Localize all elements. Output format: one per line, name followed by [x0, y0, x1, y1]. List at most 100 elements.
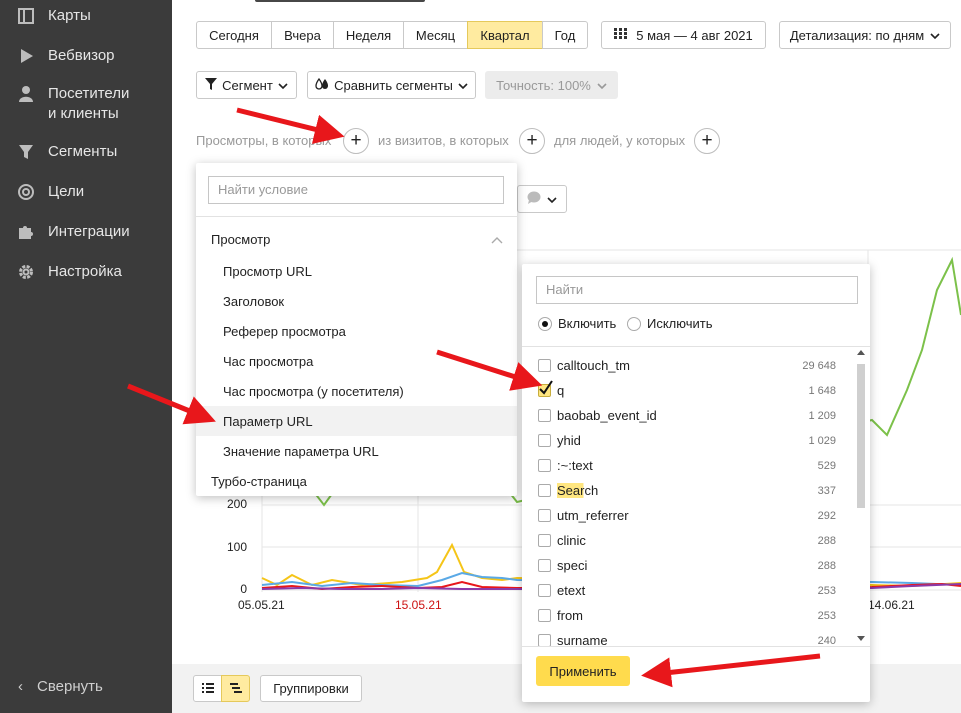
- checkbox[interactable]: [538, 509, 551, 522]
- sidebar-item-webvisor[interactable]: Вебвизор: [16, 46, 115, 66]
- param-name: clinic: [557, 533, 586, 548]
- param-count: 292: [817, 509, 836, 522]
- sidebar-item-label: Вебвизор: [48, 47, 115, 64]
- condition-item[interactable]: Час просмотра: [196, 346, 517, 376]
- sidebar-item-label: Настройка: [48, 263, 122, 280]
- people-hint: для людей, у которых: [554, 133, 686, 148]
- checkbox-checked[interactable]: [538, 380, 553, 397]
- divider: [196, 216, 517, 217]
- checkbox[interactable]: [538, 559, 551, 572]
- detail-select[interactable]: Детализация: по дням: [779, 21, 951, 49]
- page-title-cropped: [255, 0, 425, 2]
- tree-view-button[interactable]: [221, 675, 250, 702]
- condition-item[interactable]: Просмотр URL: [196, 256, 517, 286]
- views-hint: Просмотры, в которых: [196, 133, 332, 148]
- sidebar-item-segments[interactable]: Сегменты: [16, 142, 117, 162]
- param-row[interactable]: from 253: [538, 603, 836, 628]
- include-radio[interactable]: Включить: [538, 316, 616, 331]
- param-row[interactable]: speci 288: [538, 553, 836, 578]
- sidebar-item-maps[interactable]: Карты: [16, 6, 91, 26]
- accuracy-label: Точность: 100%: [496, 77, 591, 93]
- param-row[interactable]: etext 253: [538, 578, 836, 603]
- checkbox[interactable]: [538, 609, 551, 622]
- param-count: 253: [817, 609, 836, 622]
- param-name: calltouch_tm: [557, 358, 630, 373]
- condition-item[interactable]: Значение параметра URL: [196, 436, 517, 466]
- period-year-button[interactable]: Год: [542, 21, 588, 49]
- period-today-button[interactable]: Сегодня: [196, 21, 272, 49]
- param-count: 288: [817, 559, 836, 572]
- apply-button[interactable]: Применить: [536, 656, 630, 686]
- condition-item[interactable]: Реферер просмотра: [196, 316, 517, 346]
- x-tick-holiday: 15.05.21: [395, 598, 442, 612]
- scrollbar-thumb[interactable]: [857, 364, 865, 508]
- add-visit-condition-button[interactable]: +: [519, 128, 545, 154]
- checkbox[interactable]: [538, 434, 551, 447]
- collapse-button[interactable]: ‹ Свернуть: [18, 678, 103, 695]
- detail-label: Детализация: по дням: [789, 27, 925, 43]
- checkbox[interactable]: [538, 584, 551, 597]
- map-icon: [16, 6, 36, 26]
- param-row[interactable]: clinic 288: [538, 528, 836, 553]
- radio-icon: [627, 316, 641, 331]
- condition-menu: Найти условие Просмотр Просмотр URL Заго…: [196, 163, 517, 496]
- period-week-button[interactable]: Неделя: [333, 21, 404, 49]
- condition-item[interactable]: Час просмотра (у посетителя): [196, 376, 517, 406]
- add-people-condition-button[interactable]: +: [694, 128, 720, 154]
- user-icon: [16, 84, 36, 104]
- chevron-down-icon: [458, 78, 468, 93]
- period-month-button[interactable]: Месяц: [403, 21, 468, 49]
- sidebar-item-goals[interactable]: Цели: [16, 182, 84, 202]
- param-row[interactable]: Search 337: [538, 478, 836, 503]
- condition-group-turbo[interactable]: Турбо-страница: [196, 466, 517, 496]
- param-row[interactable]: baobab_event_id 1 209: [538, 403, 836, 428]
- list-view-button[interactable]: [193, 675, 222, 702]
- collapse-label: Свернуть: [37, 678, 103, 695]
- param-row[interactable]: :~:text 529: [538, 453, 836, 478]
- param-row[interactable]: yhid 1 029: [538, 428, 836, 453]
- sidebar-item-visitors[interactable]: Посетители и клиенты: [16, 84, 129, 124]
- chevron-down-icon: [597, 78, 607, 93]
- checkbox[interactable]: [538, 534, 551, 547]
- exclude-radio[interactable]: Исключить: [627, 316, 713, 331]
- period-yesterday-button[interactable]: Вчера: [271, 21, 334, 49]
- checkbox[interactable]: [538, 484, 551, 497]
- date-range-picker[interactable]: 5 мая — 4 авг 2021: [601, 21, 766, 49]
- condition-group-view[interactable]: Просмотр: [196, 224, 517, 254]
- divider: [522, 346, 870, 347]
- param-row[interactable]: surname 240: [538, 628, 836, 653]
- param-row[interactable]: q 1 648: [538, 378, 836, 403]
- sidebar-item-label: Карты: [48, 7, 91, 24]
- include-label: Включить: [558, 316, 617, 331]
- param-row[interactable]: utm_referrer 292: [538, 503, 836, 528]
- chevron-up-icon: [491, 232, 503, 247]
- puzzle-icon: [16, 222, 36, 242]
- sidebar-item-label: Интеграции: [48, 223, 130, 240]
- chevron-down-icon: [278, 78, 288, 93]
- condition-search-input[interactable]: Найти условие: [208, 176, 504, 204]
- accuracy-select[interactable]: Точность: 100%: [485, 71, 618, 99]
- sidebar-item-label: Цели: [48, 183, 85, 200]
- condition-item[interactable]: Заголовок: [196, 286, 517, 316]
- checkbox[interactable]: [538, 359, 551, 372]
- add-view-condition-button[interactable]: +: [343, 128, 369, 154]
- condition-item-url-param[interactable]: Параметр URL: [196, 406, 517, 436]
- x-tick: 05.05.21: [238, 598, 285, 612]
- checkbox[interactable]: [538, 409, 551, 422]
- sidebar-item-settings[interactable]: Настройка: [16, 262, 122, 282]
- segment-button[interactable]: Сегмент: [196, 71, 297, 99]
- param-search-input[interactable]: Найти: [536, 276, 858, 304]
- chevron-down-icon: [547, 192, 557, 207]
- plus-icon: +: [350, 130, 362, 151]
- groupings-button[interactable]: Группировки: [260, 675, 362, 702]
- sidebar-item-integrations[interactable]: Интеграции: [16, 222, 130, 242]
- chevron-left-icon: ‹: [18, 678, 23, 695]
- param-row[interactable]: calltouch_tm 29 648: [538, 353, 836, 378]
- y-tick: 200: [226, 497, 247, 511]
- compare-segments-button[interactable]: Сравнить сегменты: [307, 71, 476, 99]
- checkbox[interactable]: [538, 459, 551, 472]
- funnel-icon: [205, 77, 218, 93]
- sidebar: Карты Вебвизор Посетители и клиенты Сегм…: [0, 0, 172, 713]
- comment-button[interactable]: [517, 185, 567, 213]
- period-quarter-button[interactable]: Квартал: [467, 21, 543, 49]
